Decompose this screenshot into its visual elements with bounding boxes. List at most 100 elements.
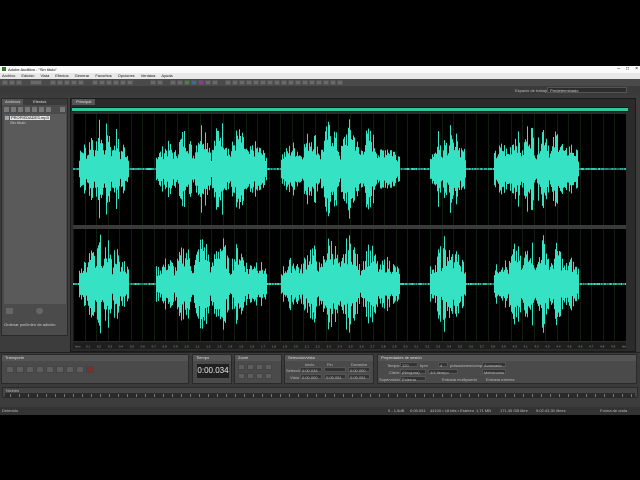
loop-button[interactable] xyxy=(239,80,245,85)
level-tick xyxy=(379,394,380,397)
time-ruler[interactable]: hms 0.1 0.2 0.3 0.4 0.5 0.6 0.7 0.8 0.9 1.0 1.1 1.2 1… xyxy=(73,342,628,349)
insert-multitrack-icon[interactable] xyxy=(32,107,37,112)
rewind-button[interactable] xyxy=(56,366,64,373)
play-button[interactable] xyxy=(16,366,24,373)
edit-file-icon[interactable] xyxy=(25,107,30,112)
fx-button[interactable] xyxy=(246,80,252,85)
view-duration-field[interactable]: 0:05.051 xyxy=(348,374,370,380)
phase-button[interactable] xyxy=(212,80,218,85)
lasso-tool-button[interactable] xyxy=(71,80,77,85)
beats-field[interactable]: 4 xyxy=(438,362,448,368)
overview-bar[interactable] xyxy=(72,107,628,112)
metronome-button[interactable]: Metrónomo xyxy=(482,369,506,375)
tab-effects[interactable]: Efectos xyxy=(30,99,49,105)
loop-play-button[interactable] xyxy=(36,366,44,373)
zoom-out-vertical-button[interactable] xyxy=(265,373,272,379)
mix-button[interactable] xyxy=(232,80,238,85)
play-icon[interactable] xyxy=(46,107,51,112)
go-start-button[interactable] xyxy=(46,366,54,373)
level-tick xyxy=(388,394,389,397)
multitrack-view-button[interactable] xyxy=(9,80,15,85)
cue-button[interactable] xyxy=(288,80,294,85)
hybrid-tool-button[interactable] xyxy=(50,80,56,85)
tab-main[interactable]: Principal xyxy=(72,99,96,105)
waveform-display[interactable] xyxy=(73,114,627,341)
time-selection-tool-button[interactable] xyxy=(57,80,63,85)
new-file-button[interactable] xyxy=(92,80,98,85)
selection-duration-field[interactable]: 0:00.000 xyxy=(348,367,370,373)
selection-start-field[interactable]: 0:00.034 xyxy=(300,367,322,373)
file-item-sin-titulo[interactable]: Sin título xyxy=(10,121,26,125)
zoom-full-button[interactable] xyxy=(256,364,263,370)
advanced-button[interactable]: Avanzado... xyxy=(482,362,506,368)
insert-button[interactable] xyxy=(225,80,231,85)
import-icon[interactable] xyxy=(11,107,16,112)
pan-button[interactable] xyxy=(205,80,211,85)
show-files-icon[interactable] xyxy=(6,308,13,314)
copy-button[interactable] xyxy=(120,80,126,85)
tempo-field[interactable]: 120 xyxy=(400,362,418,368)
zoom-left-button[interactable] xyxy=(247,373,254,379)
analysis-button[interactable] xyxy=(323,80,329,85)
insert-cd-icon[interactable] xyxy=(39,107,44,112)
open-file-button[interactable] xyxy=(99,80,105,85)
trim-button[interactable] xyxy=(274,80,280,85)
zoom-out-horizontal-button[interactable] xyxy=(247,364,254,370)
selection-end-field[interactable] xyxy=(324,367,346,372)
export-button[interactable] xyxy=(309,80,315,85)
options-icon[interactable] xyxy=(60,107,65,112)
playlist-button[interactable] xyxy=(302,80,308,85)
cd-view-button[interactable] xyxy=(16,80,22,85)
transport-title: Transporte xyxy=(2,355,188,361)
open-file-icon[interactable] xyxy=(4,107,9,112)
cut-button[interactable] xyxy=(113,80,119,85)
pitch-button[interactable] xyxy=(198,80,204,85)
play-to-end-button[interactable] xyxy=(26,366,34,373)
zoom-out-button[interactable] xyxy=(177,80,183,85)
zoom-selection-button[interactable] xyxy=(238,373,245,379)
level-tick xyxy=(316,394,317,397)
save-button[interactable] xyxy=(106,80,112,85)
ruler-tick-label: 3.5 xyxy=(458,345,463,349)
view-start-field[interactable]: 0:00.000 xyxy=(300,374,322,380)
tab-files[interactable]: Archivos xyxy=(2,99,24,105)
monitor-select[interactable]: Externa xyxy=(400,376,426,382)
view-end-field[interactable]: 0:05.051 xyxy=(324,374,346,380)
zoom-in-horizontal-button[interactable] xyxy=(238,364,245,370)
fade-button[interactable] xyxy=(267,80,273,85)
burn-button[interactable] xyxy=(316,80,322,85)
snap-button[interactable] xyxy=(184,80,190,85)
auto-play-icon[interactable] xyxy=(36,308,43,314)
zoom-right-button[interactable] xyxy=(256,373,263,379)
fast-forward-button[interactable] xyxy=(66,366,74,373)
edit-mode-button[interactable] xyxy=(30,80,42,85)
record-button[interactable] xyxy=(86,366,94,373)
key-select[interactable]: (Ninguna) xyxy=(400,369,426,375)
marker-button[interactable] xyxy=(281,80,287,85)
paste-button[interactable] xyxy=(127,80,133,85)
maximize-button[interactable]: □ xyxy=(626,67,629,72)
scrub-tool-button[interactable] xyxy=(78,80,84,85)
ruler-tick-label: 2.6 xyxy=(359,345,364,349)
zoom-in-button[interactable] xyxy=(170,80,176,85)
marquee-tool-button[interactable] xyxy=(64,80,70,85)
stop-button[interactable] xyxy=(6,366,14,373)
sort-select[interactable]: Orden de adición xyxy=(25,322,55,327)
workspace-select[interactable]: Predeterminado xyxy=(547,87,627,93)
waveform-view-button[interactable] xyxy=(2,80,8,85)
redo-button[interactable] xyxy=(157,80,163,85)
go-end-button[interactable] xyxy=(76,366,84,373)
frequency-button[interactable] xyxy=(330,80,336,85)
range-button[interactable] xyxy=(295,80,301,85)
level-tick xyxy=(505,394,506,397)
spectral-button[interactable] xyxy=(191,80,197,85)
close-button[interactable]: × xyxy=(635,67,638,72)
silence-button[interactable] xyxy=(253,80,259,85)
minimize-button[interactable]: – xyxy=(617,67,620,72)
zoom-in-vertical-button[interactable] xyxy=(265,364,272,370)
normalize-button[interactable] xyxy=(260,80,266,85)
undo-button[interactable] xyxy=(150,80,156,85)
stats-button[interactable] xyxy=(337,80,343,85)
time-signature-select[interactable]: 4/4 tiempo xyxy=(428,369,458,375)
close-file-icon[interactable] xyxy=(18,107,23,112)
